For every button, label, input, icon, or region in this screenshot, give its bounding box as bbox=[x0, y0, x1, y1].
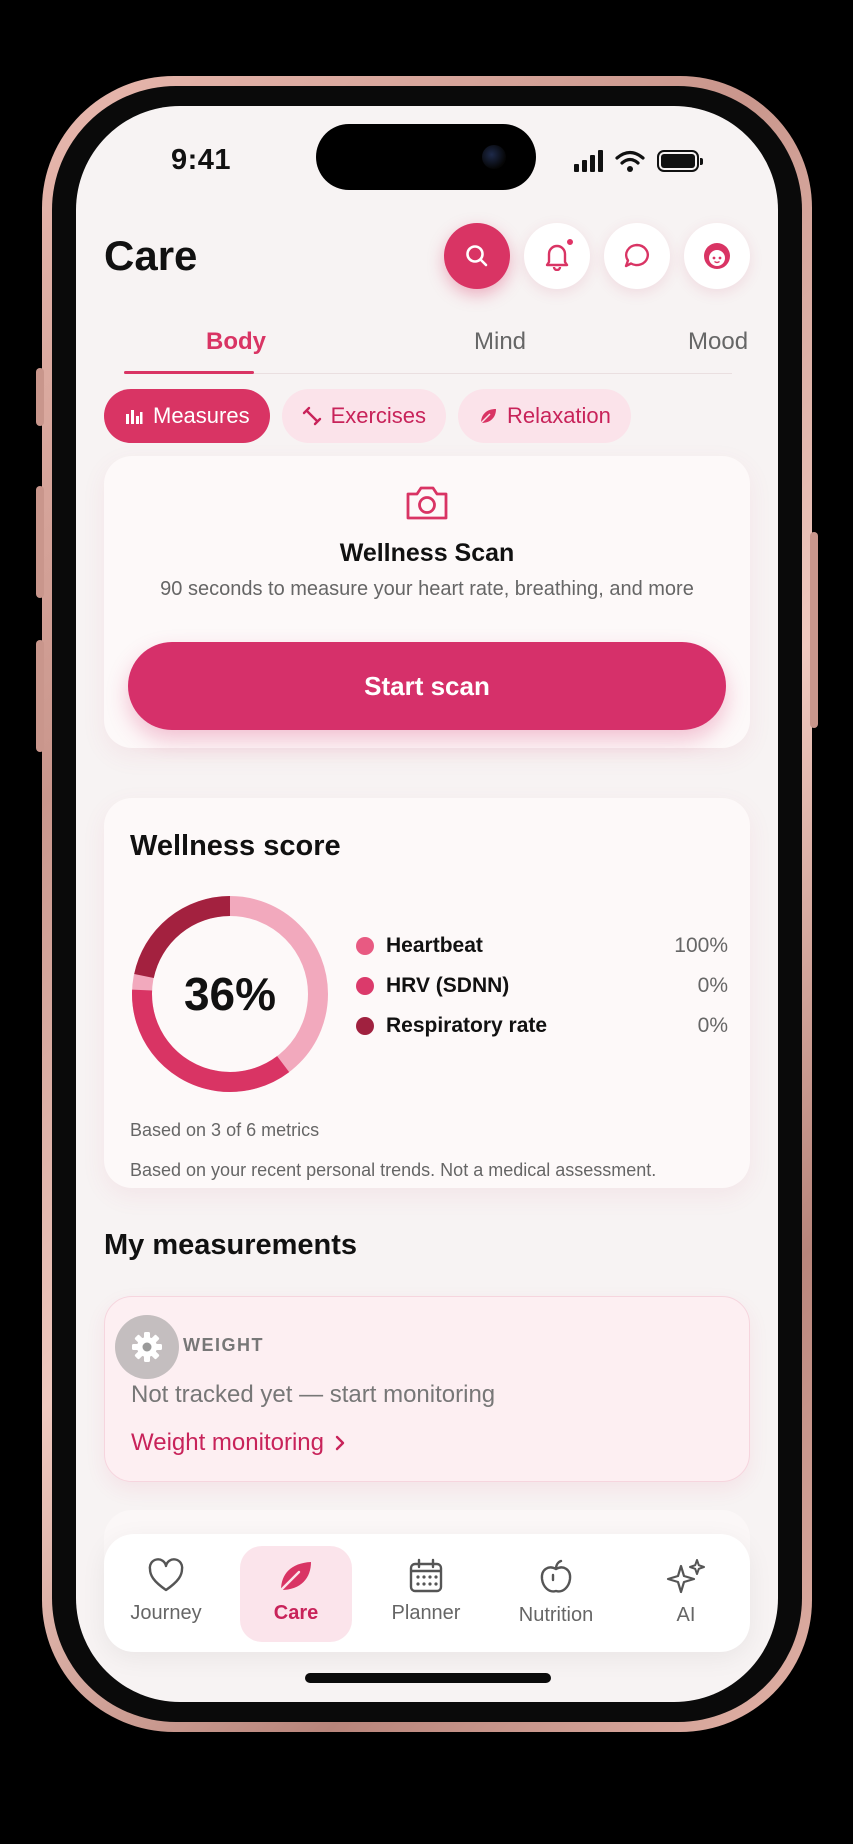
power-button bbox=[810, 532, 818, 728]
chat-button[interactable] bbox=[604, 223, 670, 289]
search-button[interactable] bbox=[444, 223, 510, 289]
heart-icon bbox=[148, 1558, 184, 1592]
notifications-button[interactable] bbox=[524, 223, 590, 289]
app-screen: 9:41 Care Body Mind Mood Measures Exerci… bbox=[76, 106, 778, 1702]
metrics-list: Heartbeat 100% HRV (SDNN) 0% Respiratory… bbox=[356, 926, 728, 1046]
chat-icon bbox=[624, 243, 649, 268]
leaf-icon bbox=[279, 1562, 311, 1592]
nav-planner[interactable]: Planner bbox=[370, 1546, 482, 1642]
metrics-count-note: Based on 3 of 6 metrics bbox=[130, 1120, 320, 1140]
wellness-score-value: 36% bbox=[183, 968, 277, 1020]
nav-journey[interactable]: Journey bbox=[110, 1546, 222, 1642]
status-time: 9:41 bbox=[171, 144, 232, 176]
chip-label: Measures bbox=[153, 403, 250, 428]
metric-row-heartbeat: Heartbeat 100% bbox=[356, 926, 728, 966]
scan-subtitle: 90 seconds to measure your heart rate, b… bbox=[160, 578, 694, 600]
settings-bubble[interactable] bbox=[115, 1315, 179, 1379]
chip-exercises[interactable]: Exercises bbox=[281, 389, 446, 443]
metric-value: 0% bbox=[697, 974, 728, 997]
notification-dot bbox=[565, 237, 575, 247]
nav-ai[interactable]: AI bbox=[630, 1546, 742, 1642]
sparkles-icon bbox=[666, 1559, 705, 1594]
cellular-signal-icon bbox=[574, 150, 603, 172]
tab-mood[interactable]: Mood bbox=[688, 328, 748, 356]
nav-label: Care bbox=[273, 1602, 319, 1624]
battery-icon bbox=[657, 150, 703, 172]
weight-status: Not tracked yet — start monitoring bbox=[131, 1381, 496, 1408]
disclaimer-note: Based on your recent personal trends. No… bbox=[130, 1160, 657, 1180]
nav-nutrition[interactable]: Nutrition bbox=[500, 1546, 612, 1642]
bottom-navigation: Journey Care Planner Nutrition AI bbox=[104, 1534, 750, 1652]
chevron-right-icon bbox=[335, 1435, 345, 1451]
wellness-score-card: Wellness score 36% Heartbeat 100% HRV (S… bbox=[104, 798, 750, 1188]
avatar-icon bbox=[704, 243, 730, 269]
weight-monitoring-link[interactable]: Weight monitoring bbox=[131, 1429, 346, 1457]
profile-button[interactable] bbox=[684, 223, 750, 289]
metric-dot bbox=[356, 937, 374, 955]
status-icons bbox=[574, 148, 703, 174]
metric-dot bbox=[356, 1017, 374, 1035]
chip-label: Exercises bbox=[330, 403, 426, 428]
leaf-icon bbox=[480, 409, 496, 424]
chip-relaxation[interactable]: Relaxation bbox=[457, 389, 631, 443]
tab-mind[interactable]: Mind bbox=[474, 328, 526, 356]
bar-chart-icon bbox=[126, 410, 143, 424]
wifi-icon bbox=[615, 150, 645, 172]
dynamic-island bbox=[316, 124, 536, 190]
metric-value: 100% bbox=[674, 934, 728, 957]
home-indicator bbox=[305, 1673, 551, 1683]
chip-measures[interactable]: Measures bbox=[104, 389, 270, 443]
active-tab-indicator bbox=[124, 371, 254, 374]
metric-value: 0% bbox=[697, 1014, 728, 1037]
camera-icon bbox=[406, 486, 448, 520]
calendar-icon bbox=[409, 1558, 443, 1593]
scan-title: Wellness Scan bbox=[339, 539, 515, 567]
weight-label: WEIGHT bbox=[183, 1335, 264, 1355]
nav-label: Nutrition bbox=[518, 1604, 594, 1626]
gear-icon bbox=[132, 1332, 162, 1362]
metric-label: Heartbeat bbox=[386, 934, 483, 957]
chip-label: Relaxation bbox=[506, 403, 611, 428]
metric-dot bbox=[356, 977, 374, 995]
nav-label: Journey bbox=[130, 1602, 202, 1624]
metric-label: HRV (SDNN) bbox=[386, 974, 510, 997]
front-camera bbox=[482, 145, 506, 169]
tab-body[interactable]: Body bbox=[206, 328, 266, 356]
weight-monitoring-label: Weight monitoring bbox=[131, 1429, 324, 1456]
metric-label: Respiratory rate bbox=[386, 1014, 548, 1037]
search-icon bbox=[466, 245, 488, 267]
metric-row-hrv: HRV (SDNN) 0% bbox=[356, 966, 728, 1006]
dumbbell-icon bbox=[302, 406, 321, 426]
nav-label: Planner bbox=[391, 1602, 461, 1624]
category-chips: Measures Exercises Relaxation bbox=[104, 389, 631, 443]
apple-icon bbox=[540, 1559, 572, 1593]
start-scan-button[interactable]: Start scan bbox=[128, 642, 726, 730]
action-button bbox=[36, 368, 44, 426]
nav-label: AI bbox=[676, 1604, 696, 1626]
wellness-score-title: Wellness score bbox=[130, 830, 341, 862]
tab-bar: Body Mind Mood bbox=[124, 328, 748, 370]
volume-up-button bbox=[36, 486, 44, 598]
volume-down-button bbox=[36, 640, 44, 752]
nav-care[interactable]: Care bbox=[240, 1546, 352, 1642]
weight-card[interactable]: WEIGHT Not tracked yet — start monitorin… bbox=[104, 1296, 750, 1482]
page-title: Care bbox=[104, 232, 198, 279]
measurements-heading: My measurements bbox=[104, 1229, 358, 1261]
metric-row-respiratory: Respiratory rate 0% bbox=[356, 1006, 728, 1046]
wellness-scan-card: Wellness Scan 90 seconds to measure your… bbox=[104, 456, 750, 748]
